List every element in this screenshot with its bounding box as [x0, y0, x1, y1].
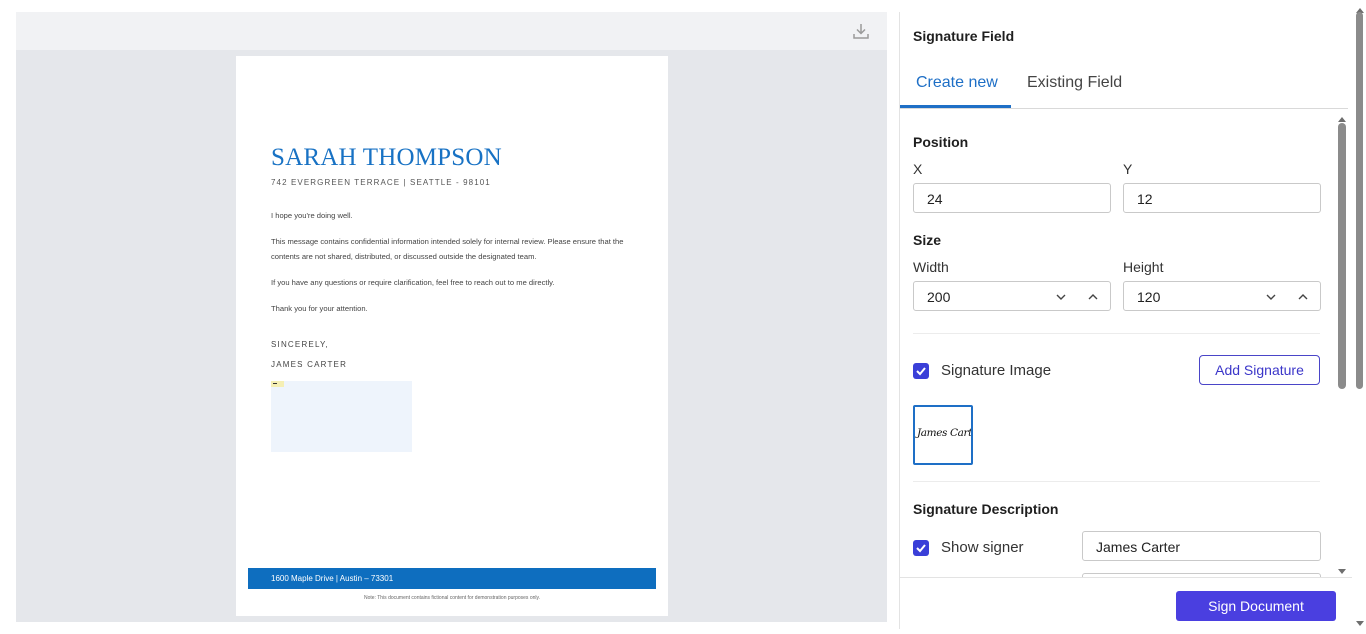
chevron-down-icon[interactable] [1054, 290, 1068, 304]
section-divider [913, 481, 1320, 482]
scroll-down-icon[interactable] [1354, 616, 1366, 626]
y-label: Y [1123, 161, 1133, 177]
viewer-toolbar [16, 12, 887, 50]
chevron-down-icon[interactable] [1264, 290, 1278, 304]
sign-document-button[interactable]: Sign Document [1176, 591, 1336, 621]
signature-description-label: Signature Description [913, 501, 1059, 517]
size-section-label: Size [913, 232, 942, 248]
signature-image-label: Signature Image [941, 362, 1052, 379]
doc-signer-name: JAMES CARTER [271, 360, 348, 369]
chevron-up-icon[interactable] [1296, 290, 1310, 304]
y-input[interactable]: 12 [1123, 183, 1321, 213]
x-label: X [913, 161, 923, 177]
doc-closing-line: SINCERELY, [271, 340, 329, 349]
add-signature-button[interactable]: Add Signature [1199, 355, 1320, 385]
doc-paragraph: I hope you're doing well. [271, 211, 353, 220]
panel-scroll-area: Position X Y 24 12 Size Width Height 200… [900, 109, 1336, 577]
doc-paragraph: If you have any questions or require cla… [271, 278, 555, 287]
doc-body: I hope you're doing well. This message c… [271, 208, 641, 327]
height-label: Height [1123, 259, 1164, 275]
panel-scroll-thumb[interactable] [1338, 123, 1346, 389]
panel-title: Signature Field [913, 28, 1015, 44]
signature-preview[interactable]: James Carter [913, 405, 973, 465]
document-page: SARAH THOMPSON 742 EVERGREEN TERRACE | S… [236, 56, 668, 616]
panel-footer: Sign Document [900, 577, 1352, 629]
document-viewer: SARAH THOMPSON 742 EVERGREEN TERRACE | S… [16, 12, 887, 622]
window-scrollbar[interactable] [1353, 0, 1366, 629]
signature-field-panel: Signature Field Create new Existing Fiel… [899, 12, 1352, 629]
signature-preview-text: James Carter [917, 427, 972, 439]
section-divider [913, 333, 1320, 334]
signature-field-placeholder[interactable] [271, 381, 412, 452]
show-signer-label: Show signer [941, 539, 1024, 556]
window-scroll-thumb[interactable] [1356, 12, 1363, 389]
doc-paragraph: Thank you for your attention. [271, 304, 368, 313]
tab-create-new[interactable]: Create new [916, 74, 998, 92]
height-value: 120 [1137, 289, 1161, 305]
width-label: Width [913, 259, 949, 275]
show-signer-checkbox[interactable] [913, 540, 929, 556]
height-stepper[interactable]: 120 [1123, 281, 1321, 311]
width-stepper[interactable]: 200 [913, 281, 1111, 311]
width-value: 200 [927, 289, 951, 305]
signature-image-checkbox[interactable] [913, 363, 929, 379]
position-section-label: Position [913, 134, 969, 150]
tab-bar: Create new Existing Field [900, 64, 1348, 109]
panel-scrollbar[interactable] [1336, 109, 1348, 579]
active-tab-indicator [900, 105, 1011, 108]
signature-field-handle[interactable] [271, 381, 284, 387]
doc-address: 742 EVERGREEN TERRACE | SEATTLE - 98101 [271, 178, 491, 187]
scroll-up-icon[interactable] [1354, 2, 1366, 13]
doc-closing: SINCERELY, JAMES CARTER [271, 340, 347, 380]
doc-name-heading: SARAH THOMPSON [271, 144, 502, 171]
doc-footer-bar: 1600 Maple Drive | Austin – 73301 [248, 568, 656, 589]
scroll-up-icon[interactable] [1336, 111, 1348, 122]
chevron-up-icon[interactable] [1086, 290, 1100, 304]
scroll-down-icon[interactable] [1336, 564, 1348, 574]
download-icon[interactable] [851, 21, 871, 41]
x-input[interactable]: 24 [913, 183, 1111, 213]
tab-existing-field[interactable]: Existing Field [1027, 74, 1122, 92]
doc-paragraph: This message contains confidential infor… [271, 237, 624, 261]
signer-name-input[interactable]: James Carter [1082, 531, 1321, 561]
doc-footer-note: Note: This document contains fictional c… [363, 595, 541, 601]
